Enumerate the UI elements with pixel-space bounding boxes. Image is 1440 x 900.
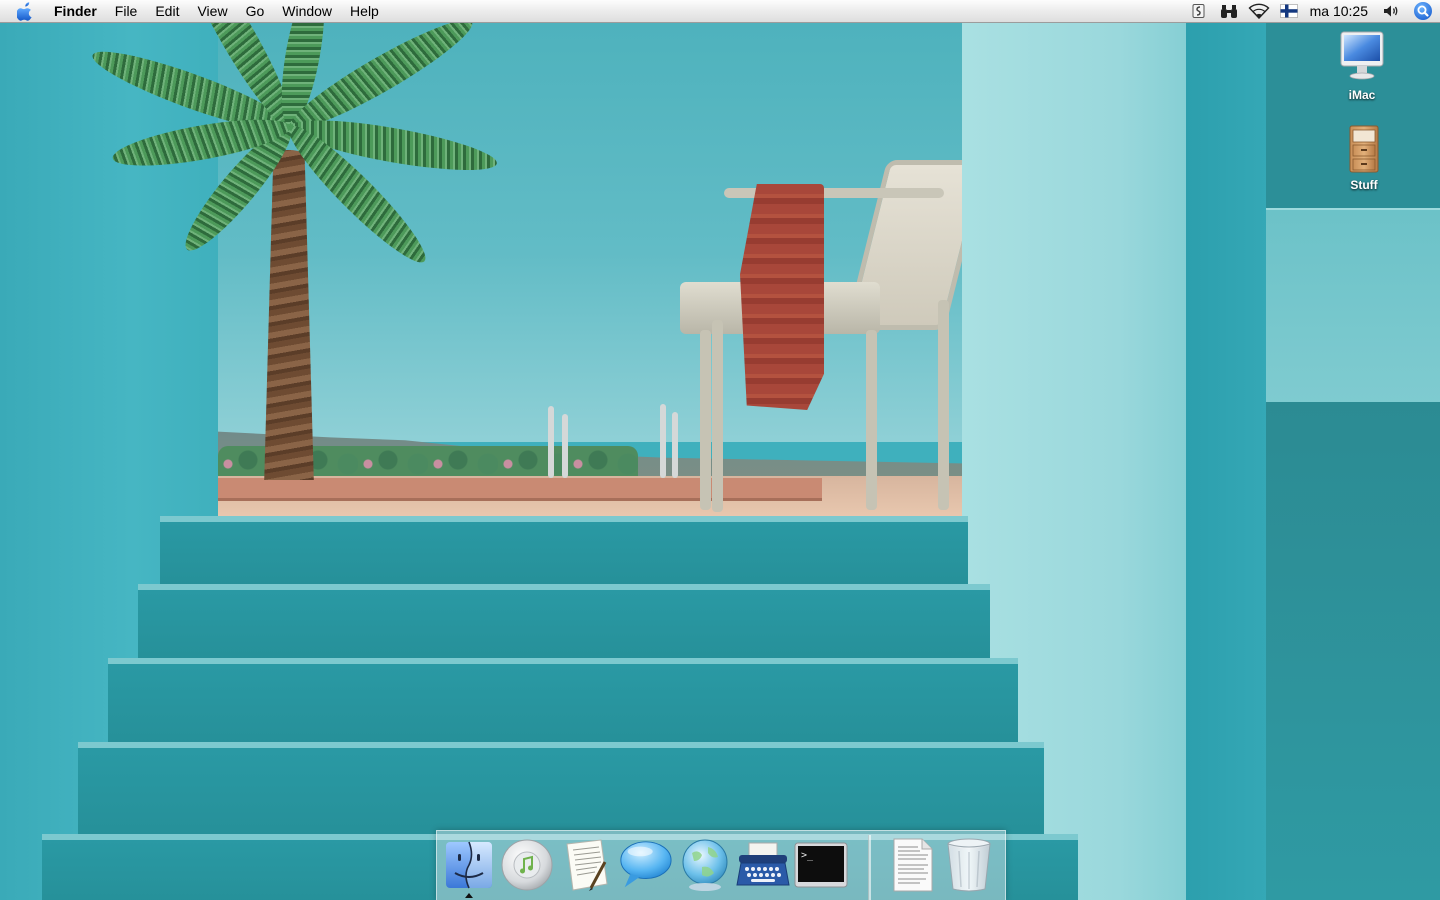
wallpaper-pool-rim (218, 478, 822, 501)
typewriter-icon (736, 842, 790, 886)
document-icon (893, 838, 933, 892)
binoculars-menu[interactable] (1214, 0, 1244, 22)
wallpaper-ladder-rail (660, 404, 666, 478)
desktop-icon-imac[interactable]: iMac (1322, 30, 1402, 102)
terminal-icon: >_ (794, 842, 848, 888)
finder-icon (446, 841, 492, 889)
itunes-icon (501, 839, 553, 891)
menu-file[interactable]: File (106, 0, 147, 22)
apple-menu[interactable] (0, 0, 52, 22)
wallpaper-step (78, 742, 1044, 838)
apple-logo-icon (17, 2, 33, 21)
menu-app-finder[interactable]: Finder (52, 0, 106, 22)
svg-text:>_: >_ (801, 850, 814, 861)
wallpaper-step (160, 516, 968, 586)
wallpaper-pillar (1186, 22, 1268, 900)
ichat-icon (620, 841, 672, 888)
wallpaper-far-right-bottom (1266, 402, 1440, 900)
desktop-icon-stuff[interactable]: Stuff (1324, 124, 1404, 192)
dock-item-finder[interactable] (441, 835, 497, 898)
dock: >_ (436, 830, 1006, 900)
volume-menu[interactable] (1376, 0, 1406, 22)
wallpaper-step (108, 658, 1018, 746)
wifi-icon (1248, 3, 1270, 19)
script-menu[interactable] (1184, 0, 1214, 22)
menu-edit[interactable]: Edit (146, 0, 188, 22)
desktop-wallpaper (0, 0, 1440, 900)
input-menu[interactable] (1274, 0, 1304, 22)
dock-item-network-globe[interactable] (677, 835, 733, 895)
spotlight-icon (1414, 2, 1432, 20)
desktop-icon-label: Stuff (1350, 178, 1378, 192)
flag-finland-icon (1279, 4, 1298, 18)
wallpaper-chair-leg (938, 300, 949, 510)
dock-item-trash[interactable] (941, 835, 997, 895)
imac-icon (1340, 31, 1384, 80)
menu-help[interactable]: Help (341, 0, 388, 22)
trash-icon (947, 838, 991, 892)
textedit-icon (566, 839, 608, 891)
wallpaper-chair-leg (700, 330, 711, 510)
menu-extras: ma 10:25 (1184, 0, 1440, 22)
dock-divider (868, 835, 871, 900)
running-indicator (465, 893, 473, 898)
dock-item-typewriter[interactable] (735, 835, 791, 895)
volume-icon (1384, 5, 1398, 17)
wallpaper-far-right-mid (1266, 208, 1440, 404)
network-globe-icon (682, 839, 728, 891)
dock-item-document[interactable] (885, 835, 941, 895)
spotlight-button[interactable] (1406, 0, 1440, 22)
wallpaper-ladder-rail (548, 406, 554, 478)
dock-item-itunes[interactable] (499, 835, 555, 895)
wallpaper-ladder-rail (672, 412, 678, 478)
wallpaper-chair-leg (866, 330, 877, 510)
wifi-menu[interactable] (1244, 0, 1274, 22)
dock-item-textedit[interactable] (559, 835, 615, 895)
menu-window[interactable]: Window (273, 0, 341, 22)
filing-cabinet-icon (1349, 125, 1379, 173)
binoculars-icon (1220, 5, 1237, 18)
menu-bar: Finder File Edit View Go Window Help ma … (0, 0, 1440, 23)
desktop-icon-label: iMac (1348, 88, 1376, 102)
menu-go[interactable]: Go (237, 0, 274, 22)
dock-item-ichat[interactable] (617, 835, 673, 895)
dock-item-terminal[interactable]: >_ (793, 835, 849, 895)
wallpaper-step (138, 584, 990, 662)
script-icon (1192, 4, 1205, 18)
wallpaper-ladder-rail (562, 414, 568, 478)
menu-clock[interactable]: ma 10:25 (1304, 0, 1376, 22)
menu-view[interactable]: View (188, 0, 236, 22)
wallpaper-towel (740, 184, 824, 410)
wallpaper-chair-leg (712, 320, 723, 512)
